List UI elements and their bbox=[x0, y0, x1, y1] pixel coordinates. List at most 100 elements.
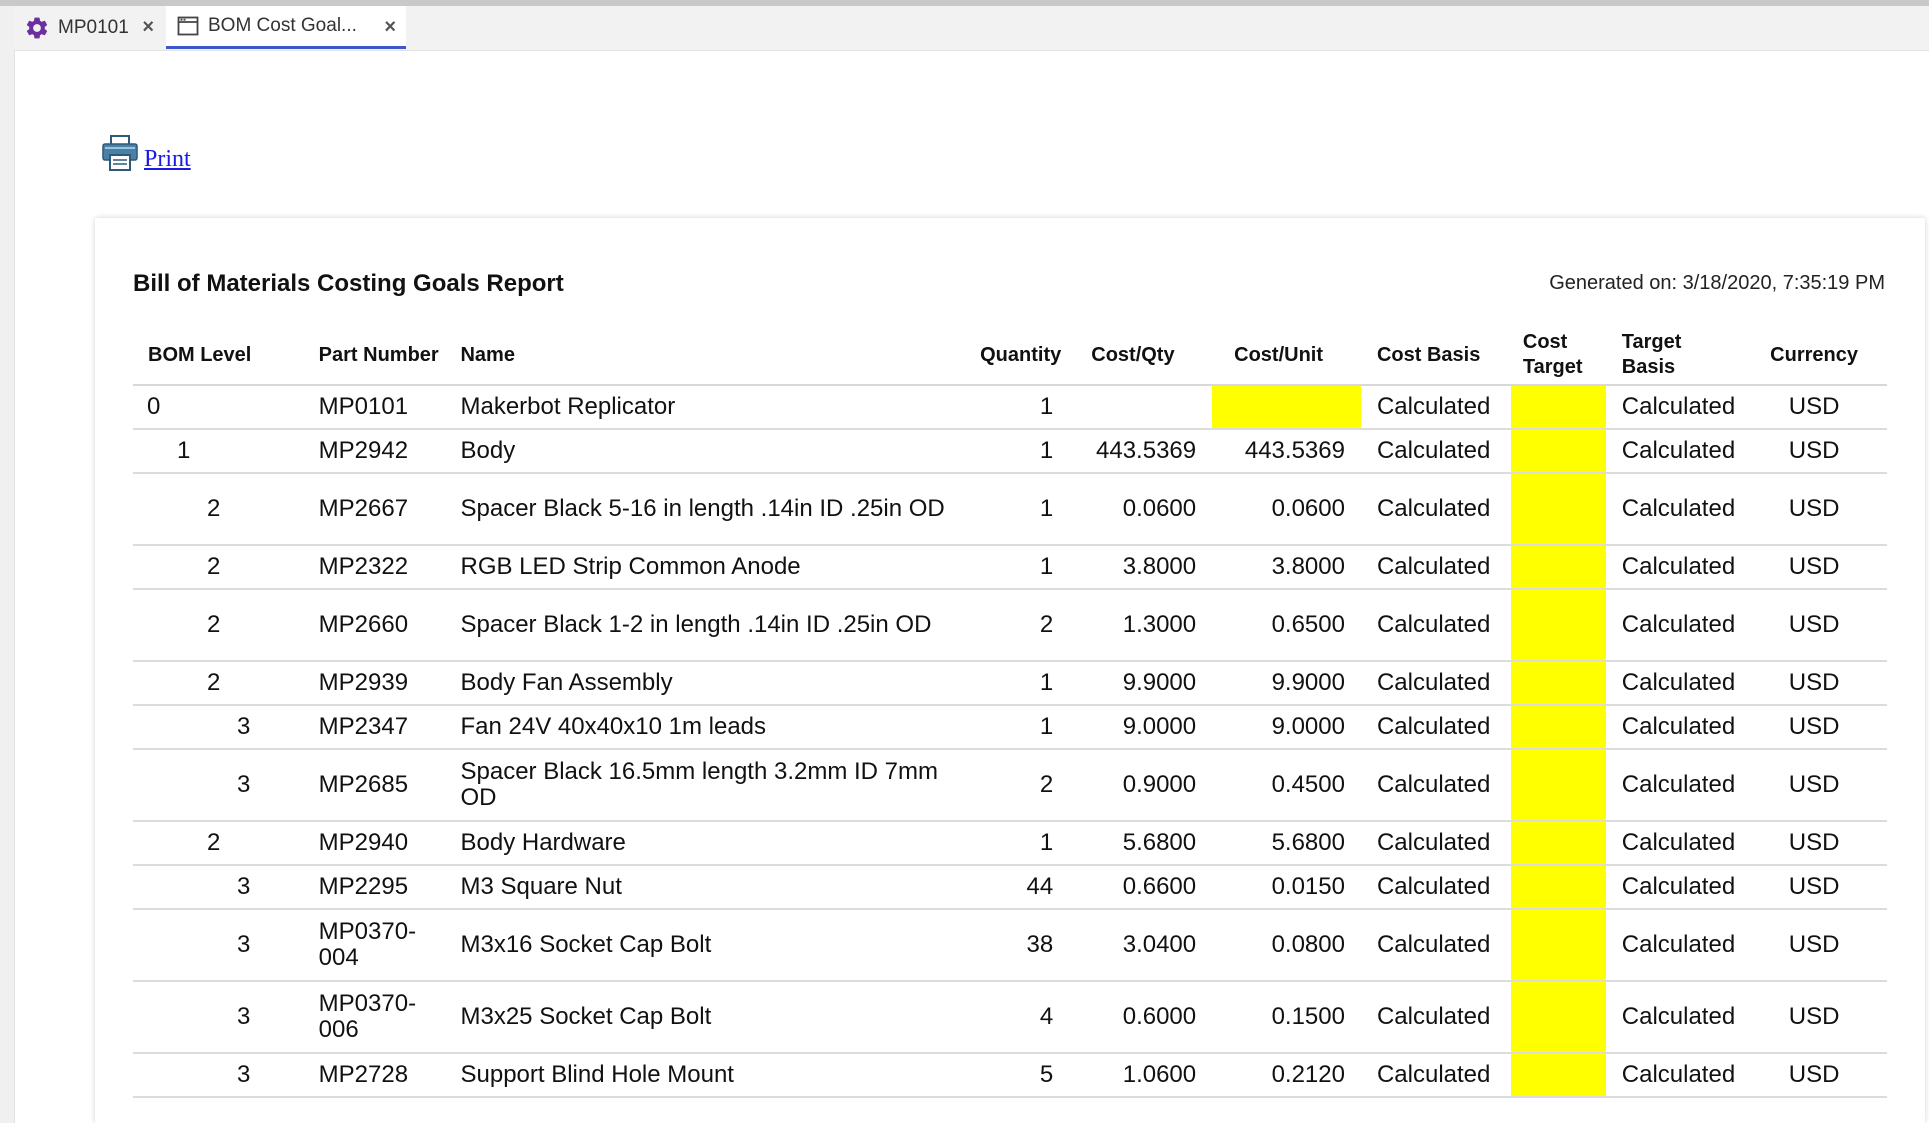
tab-bar: MP0101 × BOM Cost Goal... × bbox=[14, 6, 1929, 51]
gear-icon bbox=[24, 15, 50, 41]
cell-cost-target bbox=[1510, 821, 1606, 866]
close-icon[interactable]: × bbox=[142, 16, 154, 39]
table-row: 2 MP2322 RGB LED Strip Common Anode 1 3.8000… bbox=[133, 545, 1887, 590]
cell-target-basis: Calculated bbox=[1605, 385, 1742, 430]
cell-cost-basis: Calculated bbox=[1360, 749, 1511, 822]
table-row: 3 MP2728 Support Blind Hole Mount 5 1.0600 0.… bbox=[133, 1053, 1887, 1098]
table-row: 0 MP0101 Makerbot Replicator 1 Calculated Cal… bbox=[133, 385, 1887, 430]
cell-bom-level: 3 bbox=[133, 865, 313, 910]
cell-cost-qty: 0.6600 bbox=[1069, 865, 1213, 910]
cell-cost-unit: 0.0150 bbox=[1212, 865, 1361, 910]
cell-cost-unit: 0.6500 bbox=[1212, 589, 1361, 662]
table-row: 2 MP2660 Spacer Black 1-2 in length .14in … bbox=[133, 589, 1887, 662]
col-cost-basis[interactable]: Cost Basis bbox=[1360, 326, 1511, 386]
cell-name: M3 Square Nut bbox=[454, 865, 959, 910]
close-icon[interactable]: × bbox=[384, 16, 396, 39]
cell-cost-qty: 443.5369 bbox=[1069, 429, 1213, 474]
cell-cost-target bbox=[1510, 1053, 1606, 1098]
col-cost-qty[interactable]: Cost/Qty bbox=[1069, 326, 1213, 386]
cell-currency: USD bbox=[1741, 821, 1887, 866]
cell-name: Spacer Black 16.5mm length 3.2mm ID 7mm … bbox=[454, 749, 959, 822]
tab-mp0101[interactable]: MP0101 × bbox=[14, 6, 164, 49]
report-card: Bill of Materials Costing Goals Report G… bbox=[95, 218, 1925, 1123]
cell-cost-unit bbox=[1212, 385, 1361, 430]
cell-currency: USD bbox=[1741, 661, 1887, 706]
cell-bom-level: 2 bbox=[133, 589, 313, 662]
table-row: 3 MP2685 Spacer Black 16.5mm length 3.2mm … bbox=[133, 749, 1887, 822]
cell-quantity: 1 bbox=[958, 821, 1070, 866]
printer-icon[interactable] bbox=[100, 133, 140, 173]
cell-cost-basis: Calculated bbox=[1360, 589, 1511, 662]
cell-part-number: MP2685 bbox=[312, 749, 455, 822]
cell-currency: USD bbox=[1741, 865, 1887, 910]
col-cost-target[interactable]: Cost Target bbox=[1510, 326, 1606, 386]
cell-cost-unit: 9.9000 bbox=[1212, 661, 1361, 706]
cell-part-number: MP2660 bbox=[312, 589, 455, 662]
cell-quantity: 44 bbox=[958, 865, 1070, 910]
tab-bom-cost-goal[interactable]: BOM Cost Goal... × bbox=[166, 6, 406, 49]
cell-part-number: MP2295 bbox=[312, 865, 455, 910]
cell-cost-target bbox=[1510, 865, 1606, 910]
cell-cost-qty: 1.3000 bbox=[1069, 589, 1213, 662]
cell-name: Spacer Black 1-2 in length .14in ID .25i… bbox=[454, 589, 959, 662]
cell-part-number: MP0370-004 bbox=[312, 909, 455, 982]
cell-bom-level: 2 bbox=[133, 821, 313, 866]
cell-part-number: MP2728 bbox=[312, 1053, 455, 1098]
cell-currency: USD bbox=[1741, 705, 1887, 750]
cell-name: Body Hardware bbox=[454, 821, 959, 866]
col-quantity[interactable]: Quantity bbox=[958, 326, 1070, 386]
cell-target-basis: Calculated bbox=[1605, 589, 1742, 662]
cell-quantity: 4 bbox=[958, 981, 1070, 1054]
col-cost-unit[interactable]: Cost/Unit bbox=[1212, 326, 1361, 386]
cell-cost-basis: Calculated bbox=[1360, 545, 1511, 590]
cell-quantity: 1 bbox=[958, 661, 1070, 706]
table-row: 3 MP2347 Fan 24V 40x40x10 1m leads 1 9.0000 9… bbox=[133, 705, 1887, 750]
cell-cost-basis: Calculated bbox=[1360, 385, 1511, 430]
cell-cost-target bbox=[1510, 981, 1606, 1054]
cell-cost-target bbox=[1510, 385, 1606, 430]
col-bom-level[interactable]: BOM Level bbox=[133, 326, 313, 386]
col-name[interactable]: Name bbox=[454, 326, 959, 386]
print-link[interactable]: Print bbox=[144, 146, 191, 173]
table-row: 3 MP2295 M3 Square Nut 44 0.6600 0.0150 Calcul… bbox=[133, 865, 1887, 910]
cell-cost-qty: 5.6800 bbox=[1069, 821, 1213, 866]
cell-part-number: MP0370-006 bbox=[312, 981, 455, 1054]
table-row: 2 MP2667 Spacer Black 5-16 in length .14in… bbox=[133, 473, 1887, 546]
cell-cost-basis: Calculated bbox=[1360, 909, 1511, 982]
cell-cost-target bbox=[1510, 429, 1606, 474]
cell-name: RGB LED Strip Common Anode bbox=[454, 545, 959, 590]
generated-timestamp: Generated on: 3/18/2020, 7:35:19 PM bbox=[1549, 272, 1885, 294]
cell-name: M3x25 Socket Cap Bolt bbox=[454, 981, 959, 1054]
cell-target-basis: Calculated bbox=[1605, 545, 1742, 590]
cell-part-number: MP2939 bbox=[312, 661, 455, 706]
cell-part-number: MP2940 bbox=[312, 821, 455, 866]
tab-label: MP0101 bbox=[58, 16, 129, 38]
cell-bom-level: 2 bbox=[133, 473, 313, 546]
cell-cost-basis: Calculated bbox=[1360, 1053, 1511, 1098]
cell-cost-qty: 0.0600 bbox=[1069, 473, 1213, 546]
cell-cost-target bbox=[1510, 661, 1606, 706]
col-currency[interactable]: Currency bbox=[1741, 326, 1887, 386]
col-part-number[interactable]: Part Number bbox=[312, 326, 455, 386]
cell-cost-basis: Calculated bbox=[1360, 821, 1511, 866]
cell-cost-unit: 0.0800 bbox=[1212, 909, 1361, 982]
cell-quantity: 1 bbox=[958, 385, 1070, 430]
col-target-basis[interactable]: Target Basis bbox=[1605, 326, 1742, 386]
tab-label: BOM Cost Goal... bbox=[208, 15, 357, 36]
cell-cost-target bbox=[1510, 589, 1606, 662]
cell-bom-level: 3 bbox=[133, 1053, 313, 1098]
cell-quantity: 38 bbox=[958, 909, 1070, 982]
cell-cost-qty bbox=[1069, 385, 1213, 430]
cell-bom-level: 2 bbox=[133, 661, 313, 706]
cell-bom-level: 3 bbox=[133, 981, 313, 1054]
cell-target-basis: Calculated bbox=[1605, 981, 1742, 1054]
cell-quantity: 5 bbox=[958, 1053, 1070, 1098]
cell-cost-target bbox=[1510, 749, 1606, 822]
table-row: 2 MP2939 Body Fan Assembly 1 9.9000 9.9000 Cal… bbox=[133, 661, 1887, 706]
cell-part-number: MP2347 bbox=[312, 705, 455, 750]
cell-bom-level: 0 bbox=[133, 385, 313, 430]
table-row: 3 MP0370-004 M3x16 Socket Cap Bolt 38 3.0400… bbox=[133, 909, 1887, 982]
cell-name: Makerbot Replicator bbox=[454, 385, 959, 430]
bom-table-body: 0 MP0101 Makerbot Replicator 1 Calculated Cal… bbox=[133, 385, 1887, 1098]
cell-cost-qty: 0.6000 bbox=[1069, 981, 1213, 1054]
